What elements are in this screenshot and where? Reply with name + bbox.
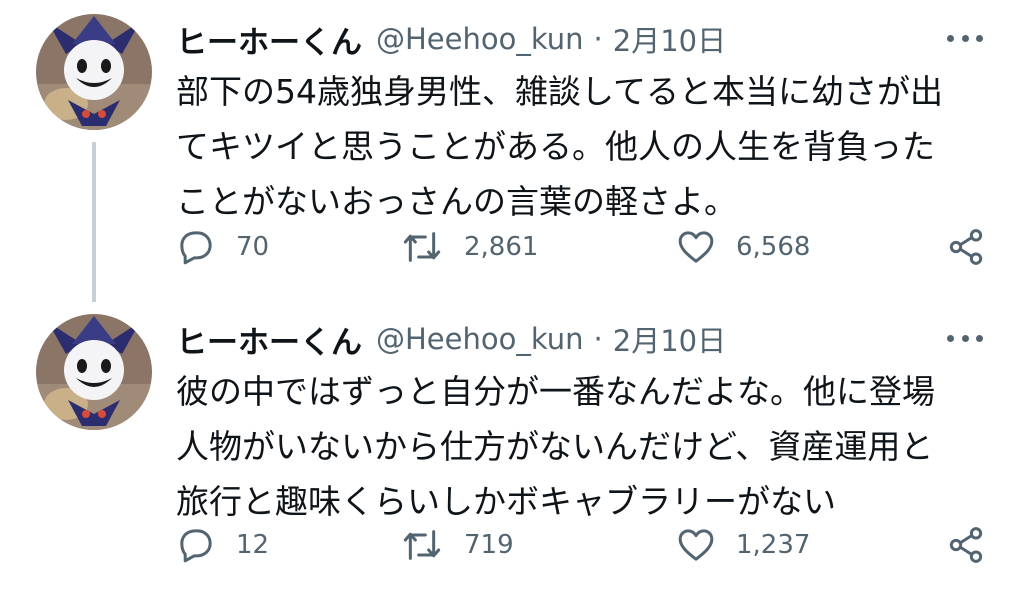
reply-icon <box>180 231 212 265</box>
like-button[interactable]: 1,237 <box>676 520 810 570</box>
reply-button[interactable]: 12 <box>176 520 269 570</box>
display-name[interactable]: ヒーホーくん <box>176 317 362 362</box>
reply-button[interactable]: 70 <box>176 222 269 272</box>
more-icon[interactable] <box>947 26 983 50</box>
tweet-actions: 70 2,861 6,568 <box>176 222 996 272</box>
share-button[interactable] <box>946 222 986 272</box>
tweet-header: ヒーホーくん @Heehoo_kun · 2月10日 <box>176 314 726 364</box>
thread-line <box>92 142 96 302</box>
tweet-text-line: 部下の54歳独身男性、雑談してると本当に幼さが出 <box>176 72 944 111</box>
reply-icon <box>180 529 212 563</box>
tweet-actions: 12 719 1,237 <box>176 520 996 570</box>
tweet-date[interactable]: 2月10日 <box>613 18 726 60</box>
share-button[interactable] <box>946 520 986 570</box>
tweet-text: 部下の54歳独身男性、雑談してると本当に幼さが出 てキツイと思うことがある。他人… <box>176 64 986 229</box>
avatar[interactable] <box>36 14 152 130</box>
tweet[interactable]: ヒーホーくん @Heehoo_kun · 2月10日 彼の中ではずっと自分が一番… <box>0 300 1019 589</box>
display-name[interactable]: ヒーホーくん <box>176 17 362 62</box>
tweet-text: 彼の中ではずっと自分が一番なんだよな。他に登場 人物がいないから仕方がないんだけ… <box>176 364 986 529</box>
like-count: 6,568 <box>736 232 811 262</box>
jack-frost-avatar-icon <box>36 14 152 130</box>
like-count: 1,237 <box>736 530 811 560</box>
user-handle[interactable]: @Heehoo_kun <box>376 22 584 56</box>
tweet[interactable]: ヒーホーくん @Heehoo_kun · 2月10日 部下の54歳独身男性、雑談… <box>0 0 1019 302</box>
avatar[interactable] <box>36 314 152 430</box>
share-icon <box>949 229 983 265</box>
share-icon <box>949 527 983 563</box>
retweet-icon <box>403 232 441 262</box>
like-icon <box>678 231 714 263</box>
more-icon[interactable] <box>947 326 983 350</box>
jack-frost-avatar-icon <box>36 314 152 430</box>
tweet-header: ヒーホーくん @Heehoo_kun · 2月10日 <box>176 14 726 64</box>
retweet-count: 2,861 <box>464 232 539 262</box>
retweet-icon <box>403 530 441 560</box>
retweet-count: 719 <box>464 530 514 560</box>
retweet-button[interactable]: 719 <box>400 520 514 570</box>
reply-count: 70 <box>236 232 270 262</box>
tweet-text-line: 人物がいないから仕方がないんだけど、資産運用と <box>176 427 934 466</box>
user-handle[interactable]: @Heehoo_kun <box>376 322 584 356</box>
like-button[interactable]: 6,568 <box>676 222 810 272</box>
retweet-button[interactable]: 2,861 <box>400 222 538 272</box>
separator-dot: · <box>593 22 603 56</box>
tweet-text-line: ことがないおっさんの言葉の軽さよ。 <box>176 182 737 221</box>
tweet-text-line: てキツイと思うことがある。他人の人生を背負った <box>176 127 935 166</box>
separator-dot: · <box>593 322 603 356</box>
tweet-text-line: 彼の中ではずっと自分が一番なんだよな。他に登場 <box>176 372 935 411</box>
reply-count: 12 <box>236 530 270 560</box>
tweet-date[interactable]: 2月10日 <box>613 318 726 360</box>
like-icon <box>678 529 714 561</box>
